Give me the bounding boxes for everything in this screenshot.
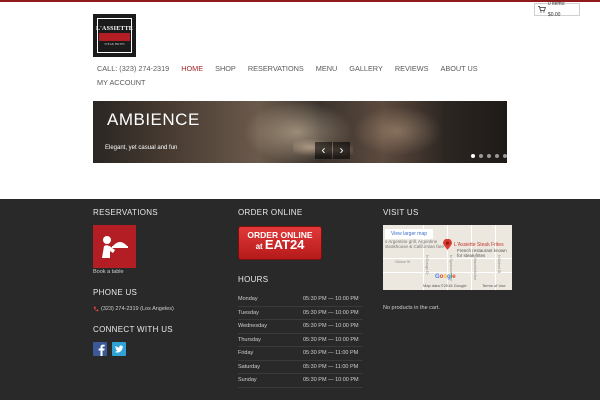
phone-icon [93, 306, 99, 312]
map-nearby-place: s Argentine grill, Argentine steakhouse … [385, 239, 445, 249]
slider-dot[interactable] [479, 154, 483, 158]
nav-gallery[interactable]: GALLERY [349, 64, 383, 73]
map-street-label: N Orange Dr [425, 255, 429, 275]
site-logo[interactable]: L'ASSIETTE STEAK FRITES [93, 14, 136, 57]
top-accent-bar [0, 0, 600, 2]
waiter-serving-icon [101, 235, 128, 258]
logo-name: L'ASSIETTE [95, 25, 134, 32]
nav-about-us[interactable]: ABOUT US [440, 64, 477, 73]
hours-time: 05:30 PM — 10:00 PM [303, 323, 359, 330]
logo-band [99, 32, 130, 41]
hours-day: Monday [238, 296, 258, 303]
slide-image-light [353, 106, 443, 156]
book-table-link[interactable]: Book a table [93, 269, 124, 275]
hours-day: Friday [238, 350, 254, 357]
hours-day: Saturday [238, 363, 261, 370]
shopping-cart-icon [538, 6, 546, 13]
map-terms-link[interactable]: Terms of Use [482, 283, 506, 288]
reservation-button[interactable] [93, 225, 136, 268]
hours-day: Thursday [238, 336, 261, 343]
nav-menu[interactable]: MENU [316, 64, 338, 73]
eat24-brand: EAT24 [264, 237, 305, 252]
order-online-heading: ORDER ONLINE [238, 208, 303, 217]
order-online-eat24-button[interactable]: ORDER ONLINE at EAT24 [238, 226, 322, 260]
visit-us-heading: VISIT US [383, 208, 419, 217]
map-attribution: Map data ©2018 Google [423, 283, 467, 288]
google-logo: Google [435, 274, 456, 280]
hours-day: Wednesday [238, 323, 267, 330]
hours-time: 05:30 PM — 10:00 PM [303, 377, 359, 384]
slider-pagination [471, 154, 507, 158]
cart-empty-note: No products in the cart. [383, 305, 440, 311]
phone-heading: PHONE US [93, 288, 138, 297]
hours-heading: HOURS [238, 275, 269, 284]
hours-time: 05:30 PM — 10:00 PM [303, 336, 359, 343]
location-map[interactable]: View larger map s Argentine grill, Argen… [383, 225, 512, 290]
order-button-at: at [255, 242, 263, 251]
map-pin-icon[interactable] [443, 239, 452, 250]
map-street-label: N Detroit St [497, 255, 501, 274]
nav-reviews[interactable]: REVIEWS [395, 64, 429, 73]
reservations-heading: RESERVATIONS [93, 208, 158, 217]
slider-dot[interactable] [471, 154, 475, 158]
map-street-label: Clinton St [395, 260, 411, 264]
hours-time: 05:30 PM — 10:00 PM [303, 309, 359, 316]
hours-table: Monday 05:30 PM — 10:00 PM Tuesday 05:30 P… [238, 293, 363, 388]
hours-row: Friday 05:30 PM — 11:00 PM [238, 347, 363, 361]
hours-row: Sunday 05:30 PM — 10:00 PM [238, 374, 363, 388]
slider-next-button[interactable]: › [333, 142, 350, 159]
map-road [447, 225, 448, 290]
slide-caption: Elegant, yet casual and fun [105, 145, 178, 151]
nav-home[interactable]: HOME [181, 64, 203, 73]
slide-title: AMBIENCE [107, 110, 200, 129]
slider-prev-button[interactable]: ‹ [315, 142, 332, 159]
hours-day: Sunday [238, 377, 257, 384]
connect-heading: CONNECT WITH US [93, 325, 173, 334]
hours-day: Tuesday [238, 309, 259, 316]
hours-time: 05:30 PM — 10:00 PM [303, 296, 359, 303]
nav-phone[interactable]: CALL: (323) 274-2319 [97, 64, 169, 73]
cart-widget[interactable]: 0 items: $0.00 [534, 1, 580, 18]
main-navigation: CALL: (323) 274-2319 HOME SHOP RESERVATI… [97, 62, 478, 88]
map-street-label: N Mansfield Ave [473, 255, 477, 281]
hours-time: 05:30 PM — 11:00 PM [303, 363, 359, 370]
logo-subtitle: STEAK FRITES [104, 41, 125, 46]
order-button-line2: at EAT24 [239, 237, 321, 252]
slider-dot[interactable] [495, 154, 499, 158]
hours-time: 05:30 PM — 11:00 PM [303, 350, 359, 357]
nav-shop[interactable]: SHOP [215, 64, 236, 73]
phone-number[interactable]: (323) 274-2319 (Los Angeles) [101, 306, 174, 312]
slider-dot[interactable] [503, 154, 507, 158]
hours-row: Saturday 05:30 PM — 11:00 PM [238, 361, 363, 374]
map-place-description: French restaurant known for steak frites [457, 248, 507, 258]
logo-emblem: L'ASSIETTE STEAK FRITES [95, 18, 134, 53]
nav-my-account[interactable]: MY ACCOUNT [97, 78, 146, 87]
nav-reservations[interactable]: RESERVATIONS [248, 64, 304, 73]
facebook-icon[interactable] [93, 342, 107, 356]
hours-row: Tuesday 05:30 PM — 10:00 PM [238, 307, 363, 320]
hours-row: Wednesday 05:30 PM — 10:00 PM [238, 320, 363, 334]
view-larger-map-link[interactable]: View larger map [385, 229, 433, 239]
cart-summary: 0 items: $0.00 [547, 0, 566, 18]
twitter-icon[interactable] [112, 342, 126, 356]
hero-slider[interactable]: AMBIENCE Elegant, yet casual and fun ‹ › [93, 101, 507, 163]
hours-row: Monday 05:30 PM — 10:00 PM [238, 293, 363, 307]
hours-row: Thursday 05:30 PM — 10:00 PM [238, 334, 363, 347]
slider-dot[interactable] [487, 154, 491, 158]
